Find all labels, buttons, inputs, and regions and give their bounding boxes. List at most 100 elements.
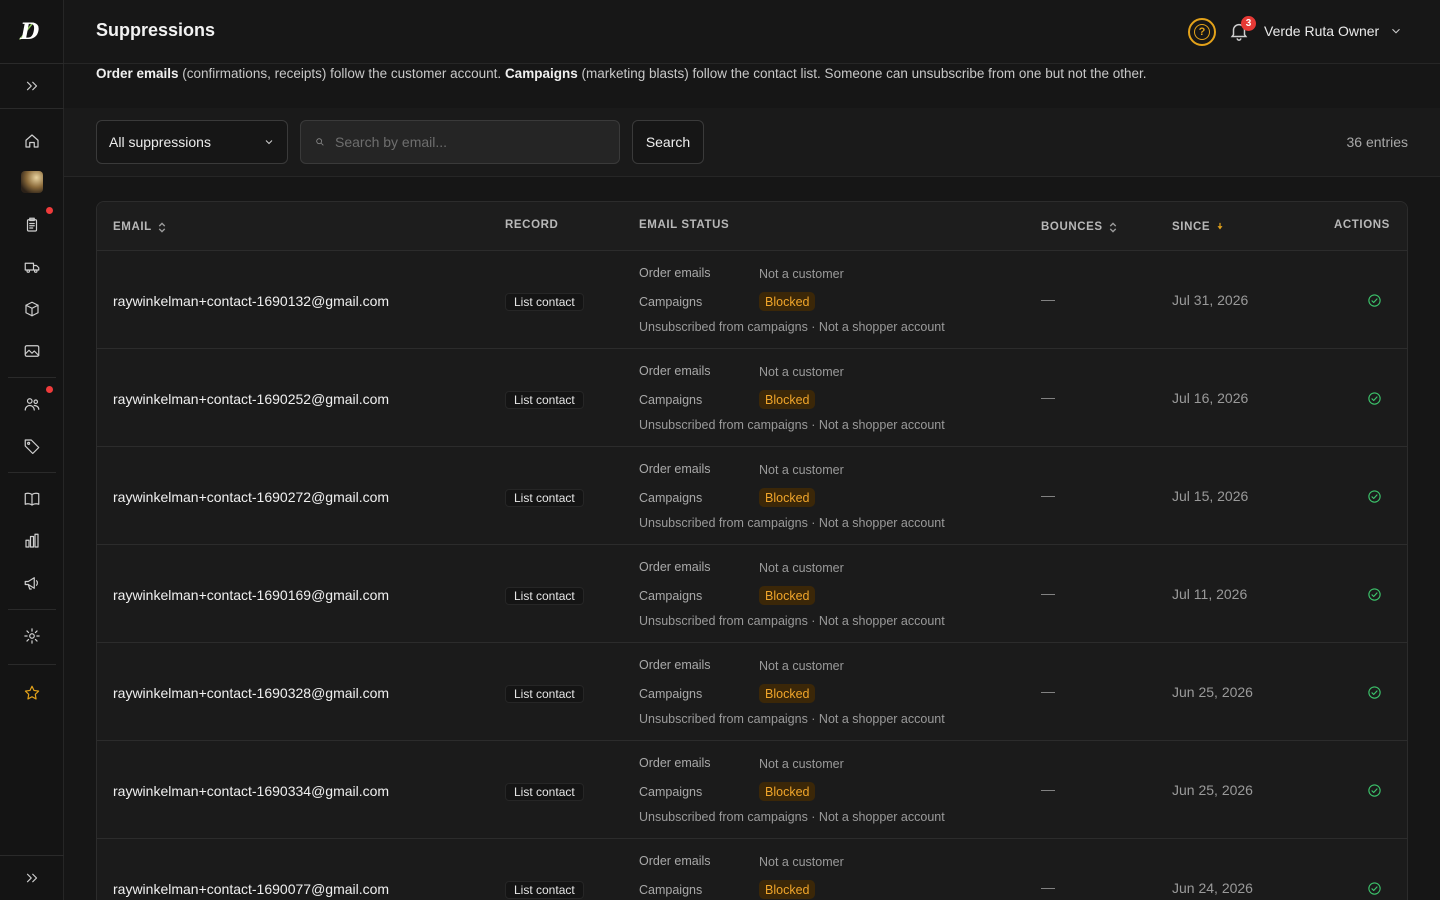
sidebar-item-store[interactable]	[16, 166, 48, 198]
check-circle-icon	[1368, 784, 1381, 797]
table-row[interactable]: raywinkelman+contact-1690328@gmail.com L…	[97, 643, 1407, 741]
row-since: Jul 31, 2026	[1172, 292, 1249, 308]
row-since: Jun 25, 2026	[1172, 684, 1253, 700]
double-chevron-right-icon	[26, 873, 38, 883]
row-bounces: —	[1041, 291, 1055, 307]
sidebar-item-media[interactable]	[16, 335, 48, 367]
row-bounces: —	[1041, 683, 1055, 699]
row-bounces: —	[1041, 781, 1055, 797]
order-emails-term: Order emails	[96, 66, 179, 81]
column-email[interactable]: EMAIL	[113, 221, 166, 233]
resubscribe-button[interactable]	[1367, 293, 1383, 309]
table-header: EMAIL RECORD EMAIL STATUS BOUNCES SINCE …	[97, 202, 1407, 251]
table-row[interactable]: raywinkelman+contact-1690252@gmail.com L…	[97, 349, 1407, 447]
user-menu[interactable]: Verde Ruta Owner	[1264, 23, 1403, 39]
row-bounces: —	[1041, 879, 1055, 895]
table-row[interactable]: raywinkelman+contact-1690077@gmail.com L…	[97, 839, 1407, 900]
sidebar-item-settings[interactable]	[16, 620, 48, 652]
customers-alert-dot	[46, 386, 53, 393]
tag-icon	[24, 439, 40, 455]
sidebar-divider	[0, 108, 64, 109]
row-bounces: —	[1041, 585, 1055, 601]
order-emails-label: Order emails	[639, 658, 711, 672]
record-type-badge: List contact	[505, 293, 584, 311]
campaigns-status-badge: Blocked	[759, 586, 816, 605]
row-since: Jul 15, 2026	[1172, 488, 1249, 504]
user-name: Verde Ruta Owner	[1264, 23, 1380, 39]
gear-icon	[24, 628, 40, 644]
campaigns-desc: (marketing blasts) follow the contact li…	[577, 66, 1147, 81]
sidebar-item-catalog[interactable]	[16, 483, 48, 515]
sidebar-item-discounts[interactable]	[16, 430, 48, 462]
column-email-status: EMAIL STATUS	[639, 219, 729, 231]
check-circle-icon	[1368, 588, 1381, 601]
resubscribe-button[interactable]	[1367, 489, 1383, 505]
campaigns-label: Campaigns	[639, 785, 703, 799]
resubscribe-button[interactable]	[1367, 881, 1383, 897]
table-body: raywinkelman+contact-1690132@gmail.com L…	[97, 251, 1407, 900]
table-row[interactable]: raywinkelman+contact-1690169@gmail.com L…	[97, 545, 1407, 643]
suppression-note: Unsubscribed from campaigns · Not a shop…	[639, 516, 945, 530]
app-root: ⁄ D Suppressions ? 3 Verde Ruta Owner Or…	[0, 0, 1440, 900]
check-circle-icon	[1368, 294, 1381, 307]
resubscribe-button[interactable]	[1367, 783, 1383, 799]
table-row[interactable]: raywinkelman+contact-1690272@gmail.com L…	[97, 447, 1407, 545]
campaigns-status-badge: Blocked	[759, 390, 816, 409]
sidebar-item-favorites[interactable]	[16, 677, 48, 709]
top-header: Suppressions ? 3 Verde Ruta Owner	[64, 0, 1440, 64]
row-since: Jun 24, 2026	[1172, 880, 1253, 896]
truck-icon	[24, 262, 40, 273]
check-circle-icon	[1368, 882, 1381, 895]
record-type-badge: List contact	[505, 391, 584, 409]
sidebar-item-analytics[interactable]	[16, 525, 48, 557]
campaigns-label: Campaigns	[639, 687, 703, 701]
analytics-icon	[25, 533, 39, 548]
resubscribe-button[interactable]	[1367, 685, 1383, 701]
box-icon	[25, 301, 39, 317]
order-emails-status: Not a customer	[759, 855, 844, 869]
sidebar-collapse-button[interactable]	[16, 862, 48, 894]
campaigns-status-badge: Blocked	[759, 684, 816, 703]
row-email: raywinkelman+contact-1690334@gmail.com	[113, 783, 390, 799]
sidebar-item-orders[interactable]	[16, 209, 48, 241]
resubscribe-button[interactable]	[1367, 587, 1383, 603]
campaigns-term: Campaigns	[504, 66, 578, 81]
column-actions-label: ACTIONS	[1334, 219, 1390, 231]
sidebar-item-marketing[interactable]	[16, 567, 48, 599]
brand-logo[interactable]: ⁄ D	[0, 0, 64, 64]
suppression-filter-select[interactable]: All suppressions	[96, 120, 288, 164]
resubscribe-button[interactable]	[1367, 391, 1383, 407]
chevron-down-icon	[1392, 28, 1401, 34]
search-field[interactable]	[300, 120, 620, 164]
row-email: raywinkelman+contact-1690132@gmail.com	[113, 293, 390, 309]
search-button[interactable]: Search	[632, 120, 704, 164]
sidebar-item-products[interactable]	[16, 293, 48, 325]
entries-count: 36 entries	[1346, 134, 1408, 150]
suppression-note: Unsubscribed from campaigns · Not a shop…	[639, 712, 945, 726]
order-emails-status: Not a customer	[759, 659, 844, 673]
table-row[interactable]: raywinkelman+contact-1690334@gmail.com L…	[97, 741, 1407, 839]
sidebar-item-shipping[interactable]	[16, 251, 48, 283]
sidebar-item-home[interactable]	[16, 125, 48, 157]
search-input[interactable]	[335, 134, 595, 150]
image-icon	[24, 345, 40, 357]
column-bounces[interactable]: BOUNCES	[1041, 221, 1117, 233]
table-row[interactable]: raywinkelman+contact-1690132@gmail.com L…	[97, 251, 1407, 349]
sidebar-divider	[0, 63, 64, 64]
row-email: raywinkelman+contact-1690077@gmail.com	[113, 881, 390, 897]
order-emails-status: Not a customer	[759, 757, 844, 771]
record-type-badge: List contact	[505, 685, 584, 703]
sidebar-item-customers[interactable]	[16, 388, 48, 420]
column-record: RECORD	[505, 219, 558, 231]
megaphone-icon	[24, 577, 38, 590]
record-type-badge: List contact	[505, 587, 584, 605]
row-bounces: —	[1041, 487, 1055, 503]
sort-icon	[1109, 221, 1116, 233]
row-email: raywinkelman+contact-1690252@gmail.com	[113, 391, 390, 407]
record-type-badge: List contact	[505, 783, 584, 801]
logo-icon: ⁄ D	[20, 19, 40, 45]
order-emails-label: Order emails	[639, 266, 711, 280]
help-button[interactable]: ?	[1188, 18, 1216, 46]
column-since[interactable]: SINCE	[1172, 221, 1224, 233]
sidebar-expand-button[interactable]	[16, 70, 48, 102]
